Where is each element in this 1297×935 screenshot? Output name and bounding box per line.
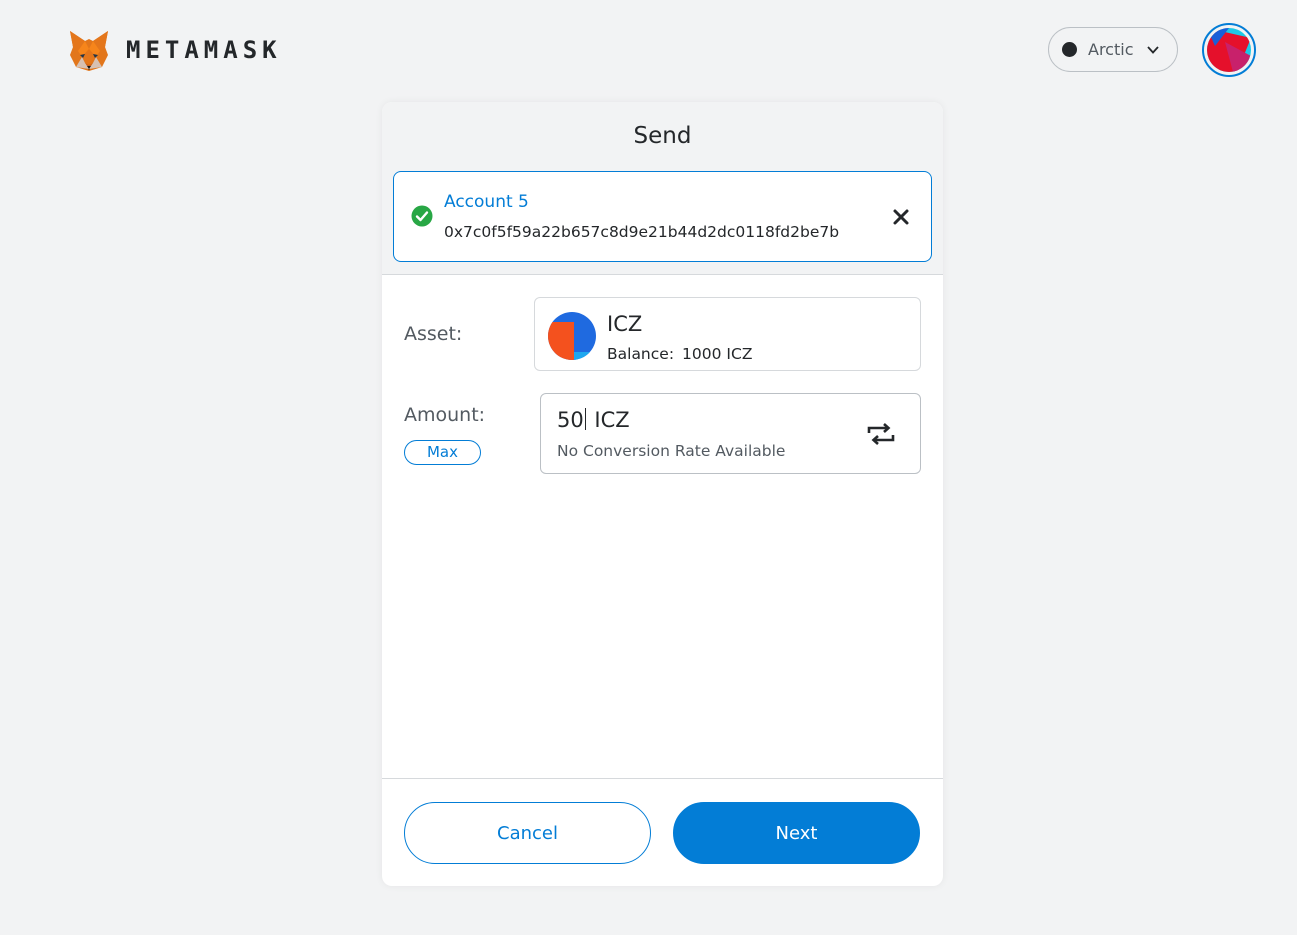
balance-label: Balance: (607, 345, 675, 363)
amount-label: Amount: (404, 404, 486, 426)
amount-input[interactable]: 50 ICZ No Conversion Rate Available (540, 393, 921, 474)
send-panel: Send Account 5 0x7c0f5f59a22b657c8d9e21b… (382, 102, 943, 886)
amount-unit: ICZ (594, 408, 630, 432)
max-button[interactable]: Max (404, 440, 481, 465)
swap-arrows-icon[interactable] (866, 422, 896, 446)
account-menu-avatar[interactable] (1202, 23, 1256, 77)
amount-value: 50 (557, 408, 584, 432)
recipient-name: Account 5 (444, 192, 529, 212)
recipient-address: 0x7c0f5f59a22b657c8d9e21b44d2dc0118fd2be… (444, 223, 840, 241)
chevron-down-icon (1147, 45, 1160, 54)
asset-balance: Balance: 1000 ICZ (607, 345, 760, 363)
network-selector[interactable]: Arctic (1048, 27, 1178, 72)
asset-symbol: ICZ (607, 312, 643, 336)
amount-field[interactable]: 50 ICZ (557, 408, 630, 432)
asset-label: Asset: (404, 323, 463, 345)
send-header: Send Account 5 0x7c0f5f59a22b657c8d9e21b… (382, 102, 943, 275)
network-status-dot (1062, 42, 1077, 57)
check-circle-icon (411, 205, 433, 227)
next-button[interactable]: Next (673, 802, 920, 864)
text-cursor (584, 408, 586, 430)
network-name: Arctic (1088, 40, 1134, 59)
metamask-logo[interactable]: METAMASK (66, 27, 282, 73)
metamask-fox-icon (70, 31, 108, 71)
cancel-button[interactable]: Cancel (404, 802, 651, 864)
balance-value: 1000 ICZ (682, 345, 753, 363)
recipient-card[interactable]: Account 5 0x7c0f5f59a22b657c8d9e21b44d2d… (393, 171, 932, 262)
close-icon[interactable] (891, 207, 911, 227)
identicon-icon (1207, 28, 1251, 72)
conversion-rate-text: No Conversion Rate Available (557, 442, 786, 460)
page-title: Send (633, 123, 692, 149)
token-icon (548, 312, 596, 360)
metamask-wordmark: METAMASK (126, 36, 282, 64)
send-footer: Cancel Next (382, 778, 943, 886)
asset-selector[interactable]: ICZ Balance: 1000 ICZ (534, 297, 921, 371)
